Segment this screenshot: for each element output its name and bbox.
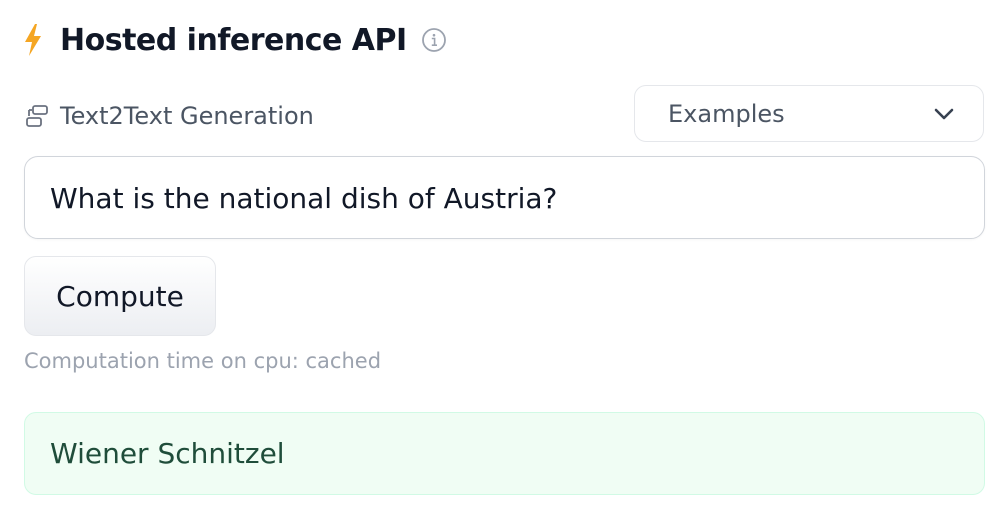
computation-time-status: Computation time on cpu: cached <box>24 349 382 373</box>
compute-button[interactable]: Compute <box>24 256 216 336</box>
chevron-down-icon <box>933 103 955 125</box>
info-icon[interactable] <box>421 27 447 53</box>
task-label: Text2Text Generation <box>60 102 314 130</box>
resize-handle-icon[interactable] <box>966 220 982 238</box>
text2text-generation-icon <box>24 103 50 129</box>
output-text: Wiener Schnitzel <box>50 437 285 470</box>
widget-title: Hosted inference API <box>60 22 407 58</box>
examples-label: Examples <box>668 99 785 128</box>
lightning-bolt-icon <box>22 23 44 57</box>
widget-header: Hosted inference API <box>22 20 447 60</box>
text-input[interactable]: What is the national dish of Austria? <box>24 156 985 239</box>
examples-dropdown[interactable]: Examples <box>634 85 984 142</box>
task-type: Text2Text Generation <box>24 98 314 134</box>
text-input-value: What is the national dish of Austria? <box>50 182 558 215</box>
output-box: Wiener Schnitzel <box>24 412 985 495</box>
